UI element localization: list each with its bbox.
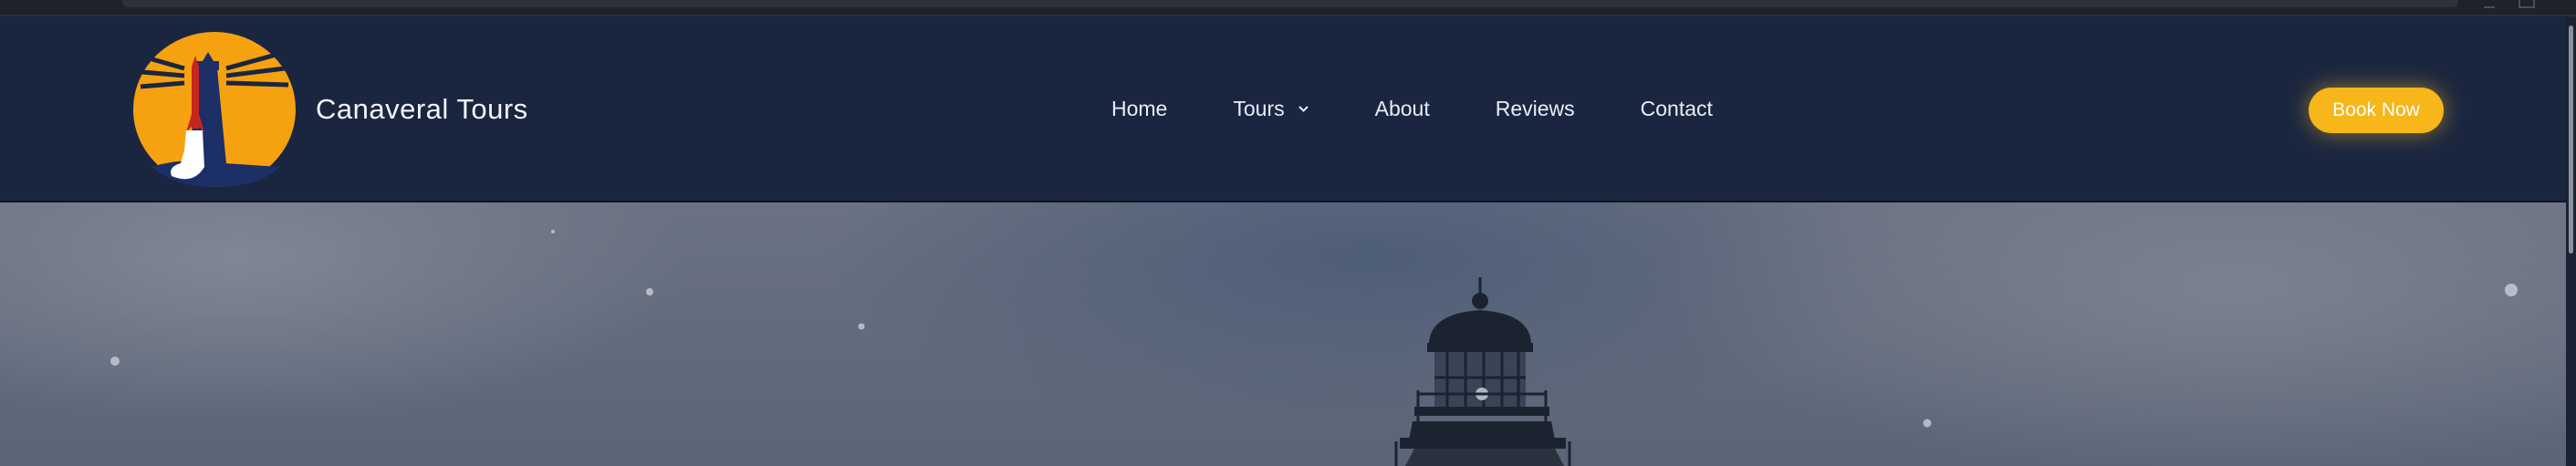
hero-image: [0, 202, 2566, 466]
lighthouse-photo: [110, 230, 2518, 466]
nav-home-label[interactable]: Home: [1111, 97, 1167, 121]
page-scrollbar[interactable]: [2566, 16, 2576, 466]
nav-about[interactable]: About: [1375, 97, 1430, 121]
chevron-down-icon[interactable]: [1298, 105, 1309, 113]
main-nav: Home Tours About Reviews Contact: [1111, 16, 1713, 201]
lighthouse-rocket-logo-icon[interactable]: [133, 30, 296, 189]
nav-contact-label[interactable]: Contact: [1641, 97, 1713, 121]
nav-tours-label[interactable]: Tours: [1233, 97, 1284, 121]
book-now-button[interactable]: Book Now: [2309, 88, 2444, 133]
nav-home[interactable]: Home: [1111, 97, 1167, 121]
browser-chrome-strip: [0, 0, 2576, 16]
window-minimize-icon[interactable]: [2484, 0, 2495, 8]
nav-reviews[interactable]: Reviews: [1496, 97, 1575, 121]
address-bar[interactable]: [122, 0, 2458, 7]
nav-about-label[interactable]: About: [1375, 97, 1430, 121]
brand[interactable]: Canaveral Tours: [133, 30, 528, 189]
nav-tours[interactable]: Tours: [1233, 97, 1309, 121]
site-header: Canaveral Tours Home Tours About Reviews…: [0, 16, 2566, 202]
scrollbar-thumb[interactable]: [2569, 26, 2573, 254]
window-maximize-icon[interactable]: [2519, 0, 2535, 8]
brand-name[interactable]: Canaveral Tours: [316, 93, 528, 126]
nav-contact[interactable]: Contact: [1641, 97, 1713, 121]
nav-reviews-label[interactable]: Reviews: [1496, 97, 1575, 121]
